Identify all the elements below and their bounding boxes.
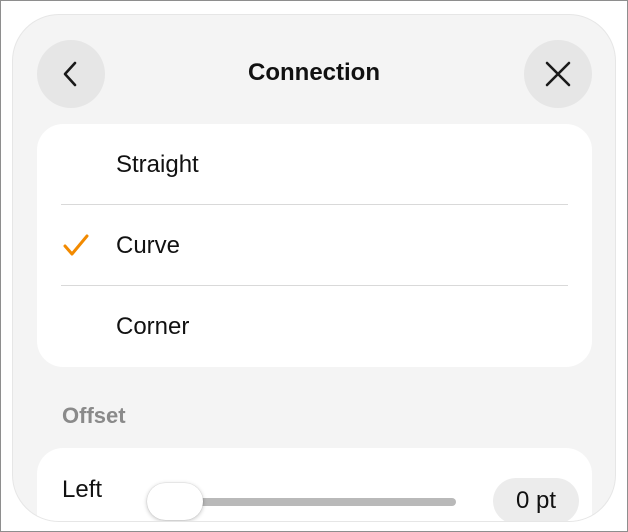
connection-popover: Connection Straight Curve Corner Offset (13, 15, 615, 521)
offset-row-label: Left (62, 476, 103, 503)
offset-row: Left 0 pt (37, 448, 592, 521)
checkmark-icon (63, 234, 89, 256)
close-button[interactable] (524, 40, 592, 108)
option-straight[interactable]: Straight (37, 124, 592, 205)
offset-value-field[interactable]: 0 pt (493, 478, 579, 521)
option-corner[interactable]: Corner (37, 286, 592, 367)
window-frame: Connection Straight Curve Corner Offset (0, 0, 628, 532)
option-label: Corner (116, 313, 190, 340)
option-curve[interactable]: Curve (37, 205, 592, 286)
close-icon (545, 61, 571, 87)
connection-options-list: Straight Curve Corner (37, 124, 592, 367)
offset-section-header: Offset (62, 403, 126, 428)
option-label: Curve (116, 232, 181, 259)
offset-slider-thumb[interactable] (147, 483, 203, 520)
option-label: Straight (116, 151, 199, 178)
